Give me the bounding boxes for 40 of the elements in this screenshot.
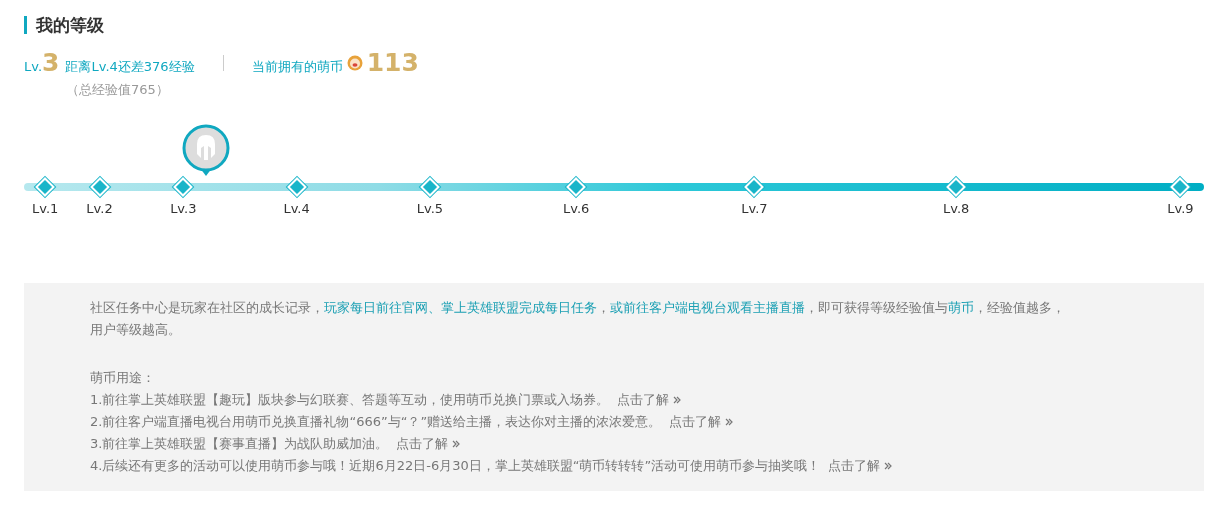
level-label: Lv.4 xyxy=(283,201,310,216)
level-number: 3 xyxy=(42,48,60,77)
level-marker xyxy=(946,177,967,197)
uses-title: 萌币用途： xyxy=(90,369,156,387)
level-label: Lv.6 xyxy=(563,201,590,216)
coin-count: 113 xyxy=(366,48,419,77)
usage-text: 2.前往客户端直播电视台用萌币兑换直播礼物“666”与“？”赠送给主播，表达你对主播的浓浓爱意。 xyxy=(90,414,662,429)
coin-icon xyxy=(346,54,363,71)
usage-text: 4.后续还有更多的活动可以使用萌币参与哦！近期6月22日-6月30日，掌上英雄联盟“萌币转转转”活动可使用萌币参与抽奖哦！ xyxy=(90,458,821,473)
experience-gap: 距离Lv.4还差376经验 xyxy=(65,58,195,76)
level-marker xyxy=(89,177,110,197)
level-label: Lv.8 xyxy=(943,201,970,216)
chevron-icon xyxy=(725,418,734,426)
level-label: Lv.5 xyxy=(416,201,444,216)
level-marker xyxy=(173,177,194,197)
learn-more-link[interactable]: 点击了解 xyxy=(669,411,734,433)
level-label: Lv.9 xyxy=(1167,201,1194,216)
section-title: 我的等级 xyxy=(24,16,1204,34)
level-label: Lv.1 xyxy=(32,201,59,216)
chevron-icon xyxy=(452,440,461,448)
learn-more-link[interactable]: 点击了解 xyxy=(396,433,461,455)
level-marker xyxy=(744,177,765,197)
level-marker xyxy=(566,177,587,197)
coins-label: 当前拥有的萌币 xyxy=(251,58,343,76)
chevron-icon xyxy=(884,462,893,470)
chevron-icon xyxy=(673,396,682,404)
learn-more-link[interactable]: 点击了解 xyxy=(828,455,893,477)
level-marker xyxy=(286,177,307,197)
level-prefix: Lv. xyxy=(24,59,43,74)
learn-more-link[interactable]: 点击了解 xyxy=(617,389,682,411)
level-marker xyxy=(35,177,56,197)
usage-text: 3.前往掌上英雄联盟【赛事直播】为战队助威加油。 xyxy=(90,436,389,451)
level-label: Lv.2 xyxy=(86,201,113,216)
level-marker xyxy=(1170,177,1191,197)
level-label: Lv.3 xyxy=(170,201,197,216)
intro-paragraph: 社区任务中心是玩家在社区的成长记录，玩家每日前往官网、掌上英雄联盟完成每日任务，或前往客户端电视台观看主播直播，即可获得等级经验值与萌币，经验值越多，用户等级越高。 xyxy=(90,299,1066,339)
usage-text: 1.前往掌上英雄联盟【趣玩】版块参与幻联赛、答题等互动，使用萌币兑换门票或入场券。 xyxy=(90,392,610,407)
level-marker xyxy=(420,177,440,197)
level-label: Lv.7 xyxy=(741,201,768,216)
total-experience: （总经验值765） xyxy=(66,81,170,99)
